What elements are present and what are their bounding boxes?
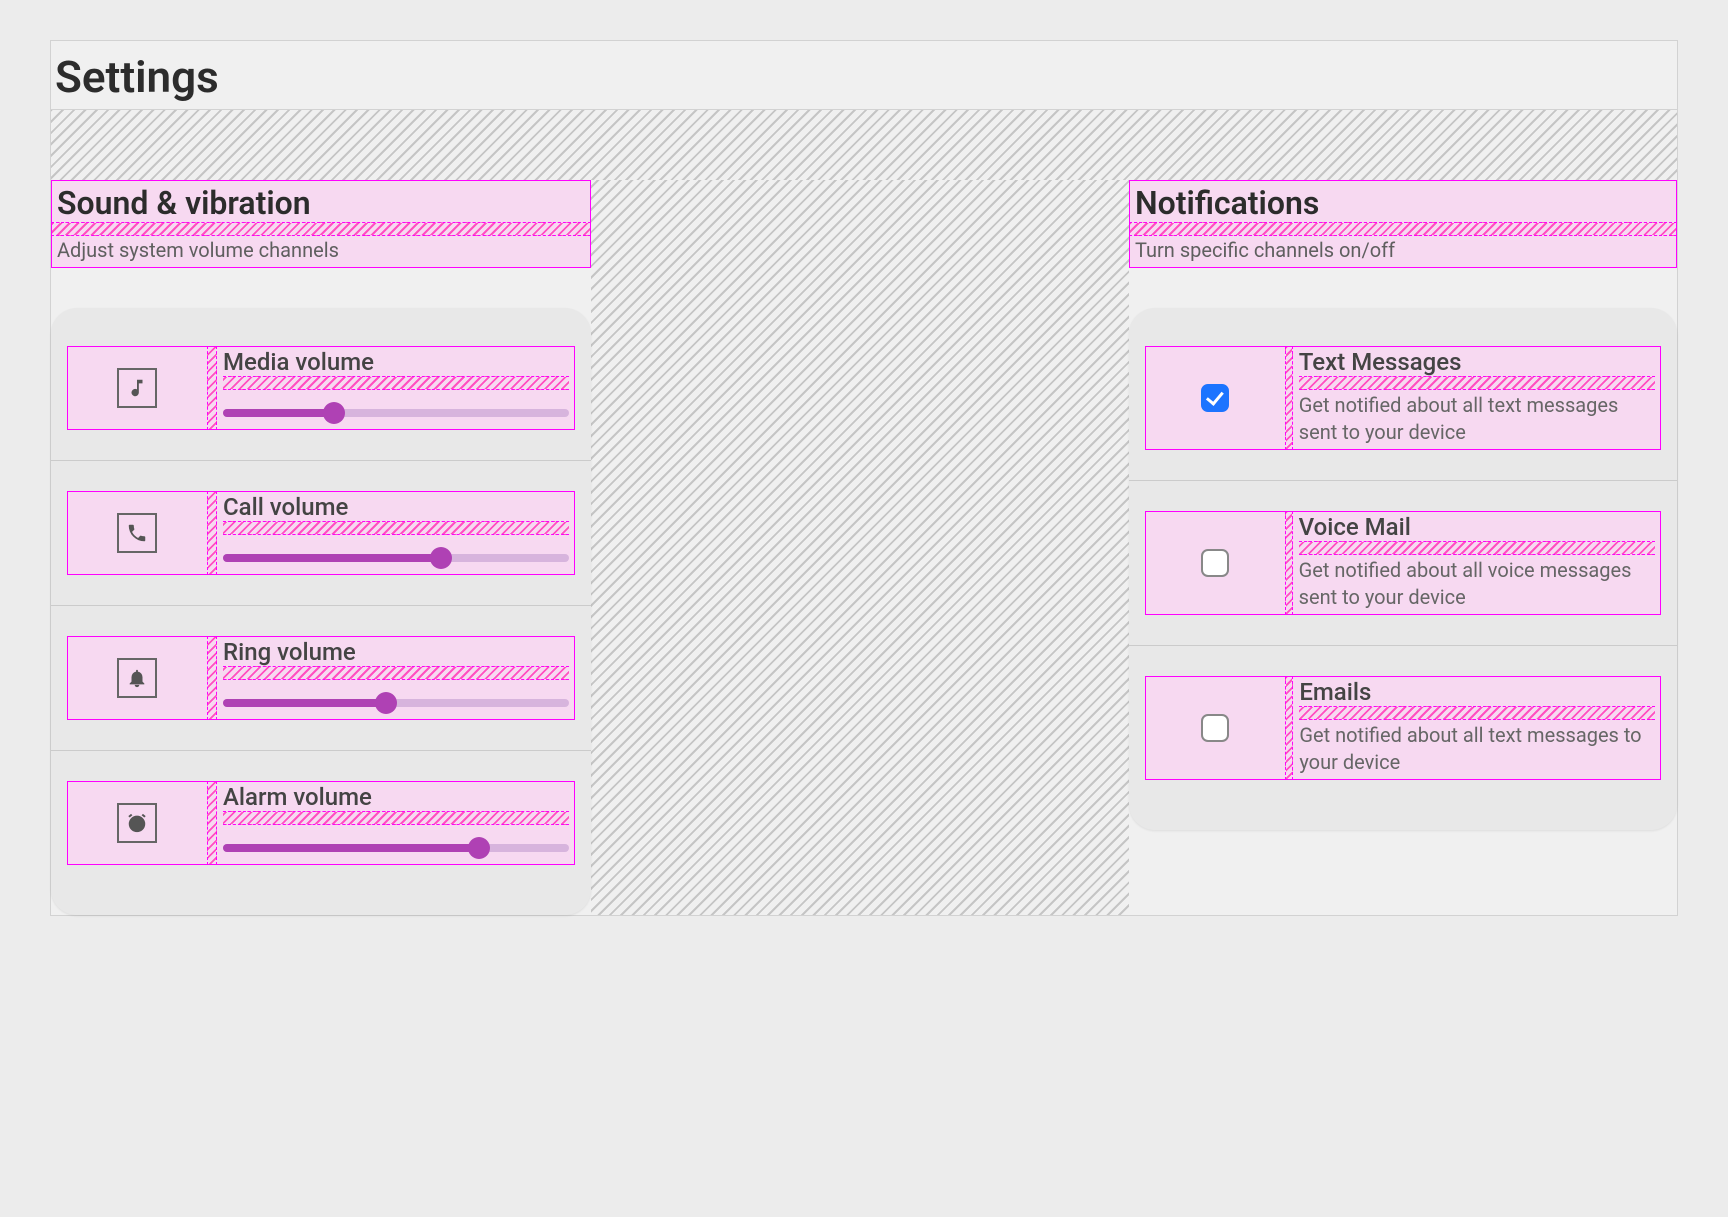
slider-row: Alarm volume — [51, 751, 591, 895]
text-messages-checkbox[interactable] — [1201, 384, 1229, 412]
row-highlight: Ring volume — [67, 636, 575, 720]
checkbox-col — [1145, 346, 1285, 450]
section-subtitle-notifications: Turn specific channels on/off — [1129, 236, 1677, 268]
row-highlight: Alarm volume — [67, 781, 575, 865]
slider-row: Media volume — [51, 316, 591, 461]
checkbox-label: Voice Mail — [1299, 513, 1655, 541]
slider-label: Ring volume — [223, 638, 569, 666]
section-title-sound: Sound & vibration — [51, 180, 591, 222]
call-volume-slider[interactable] — [223, 545, 569, 571]
col-notifications: Notifications Turn specific channels on/… — [1129, 180, 1677, 915]
row-highlight: Call volume — [67, 491, 575, 575]
slider-label: Media volume — [223, 348, 569, 376]
checkbox-col — [1145, 676, 1285, 780]
slider-label: Call volume — [223, 493, 569, 521]
column-gutter — [591, 180, 1129, 915]
decoration — [207, 491, 217, 575]
sound-card: Media volume — [51, 308, 591, 915]
slider-row: Ring volume — [51, 606, 591, 751]
row-body: Media volume — [217, 346, 575, 430]
row-body: Alarm volume — [217, 781, 575, 865]
phone-icon — [117, 513, 157, 553]
row-highlight: Media volume — [67, 346, 575, 430]
checkbox-row: Text Messages Get notified about all tex… — [1129, 316, 1677, 481]
decoration — [223, 521, 569, 535]
music-note-icon — [117, 368, 157, 408]
row-body: Call volume — [217, 491, 575, 575]
checkbox-row: Emails Get notified about all text messa… — [1129, 646, 1677, 810]
row-body: Emails Get notified about all text messa… — [1293, 676, 1661, 780]
decoration — [1285, 676, 1293, 780]
checkbox-row: Voice Mail Get notified about all voice … — [1129, 481, 1677, 646]
checkbox-desc: Get notified about all voice messages se… — [1299, 557, 1655, 611]
col-sound: Sound & vibration Adjust system volume c… — [51, 180, 591, 915]
decoration — [51, 222, 591, 236]
row-highlight: Text Messages Get notified about all tex… — [1145, 346, 1661, 450]
checkbox-desc: Get notified about all text messages sen… — [1299, 392, 1655, 446]
settings-page: Settings Sound & vibration Adjust system… — [50, 40, 1678, 916]
icon-col — [67, 491, 207, 575]
decoration — [1299, 376, 1655, 390]
page-header: Settings — [51, 41, 1677, 110]
row-highlight: Emails Get notified about all text messa… — [1145, 676, 1661, 780]
alarm-volume-slider[interactable] — [223, 835, 569, 861]
decoration — [1285, 511, 1293, 615]
row-body: Text Messages Get notified about all tex… — [1293, 346, 1661, 450]
voice-mail-checkbox[interactable] — [1201, 549, 1229, 577]
decoration — [1299, 706, 1655, 720]
columns: Sound & vibration Adjust system volume c… — [51, 180, 1677, 915]
decoration — [223, 666, 569, 680]
decoration — [207, 636, 217, 720]
decoration — [223, 376, 569, 390]
media-volume-slider[interactable] — [223, 400, 569, 426]
decoration — [207, 781, 217, 865]
bell-icon — [117, 658, 157, 698]
section-title-notifications: Notifications — [1129, 180, 1677, 222]
row-body: Voice Mail Get notified about all voice … — [1293, 511, 1661, 615]
ring-volume-slider[interactable] — [223, 690, 569, 716]
section-header-notifications: Notifications Turn specific channels on/… — [1129, 180, 1677, 268]
decoration — [223, 811, 569, 825]
decoration — [1299, 541, 1655, 555]
icon-col — [67, 781, 207, 865]
section-subtitle-sound: Adjust system volume channels — [51, 236, 591, 268]
slider-label: Alarm volume — [223, 783, 569, 811]
icon-col — [67, 636, 207, 720]
checkbox-col — [1145, 511, 1285, 615]
decoration — [1129, 222, 1677, 236]
emails-checkbox[interactable] — [1201, 714, 1229, 742]
header-spacer — [51, 110, 1677, 180]
row-body: Ring volume — [217, 636, 575, 720]
notifications-card: Text Messages Get notified about all tex… — [1129, 308, 1677, 830]
decoration — [207, 346, 217, 430]
icon-col — [67, 346, 207, 430]
row-highlight: Voice Mail Get notified about all voice … — [1145, 511, 1661, 615]
checkbox-desc: Get notified about all text messages to … — [1299, 722, 1655, 776]
slider-row: Call volume — [51, 461, 591, 606]
checkbox-label: Emails — [1299, 678, 1655, 706]
alarm-icon — [117, 803, 157, 843]
checkbox-label: Text Messages — [1299, 348, 1655, 376]
page-title: Settings — [51, 51, 1677, 110]
decoration — [1285, 346, 1293, 450]
section-header-sound: Sound & vibration Adjust system volume c… — [51, 180, 591, 268]
